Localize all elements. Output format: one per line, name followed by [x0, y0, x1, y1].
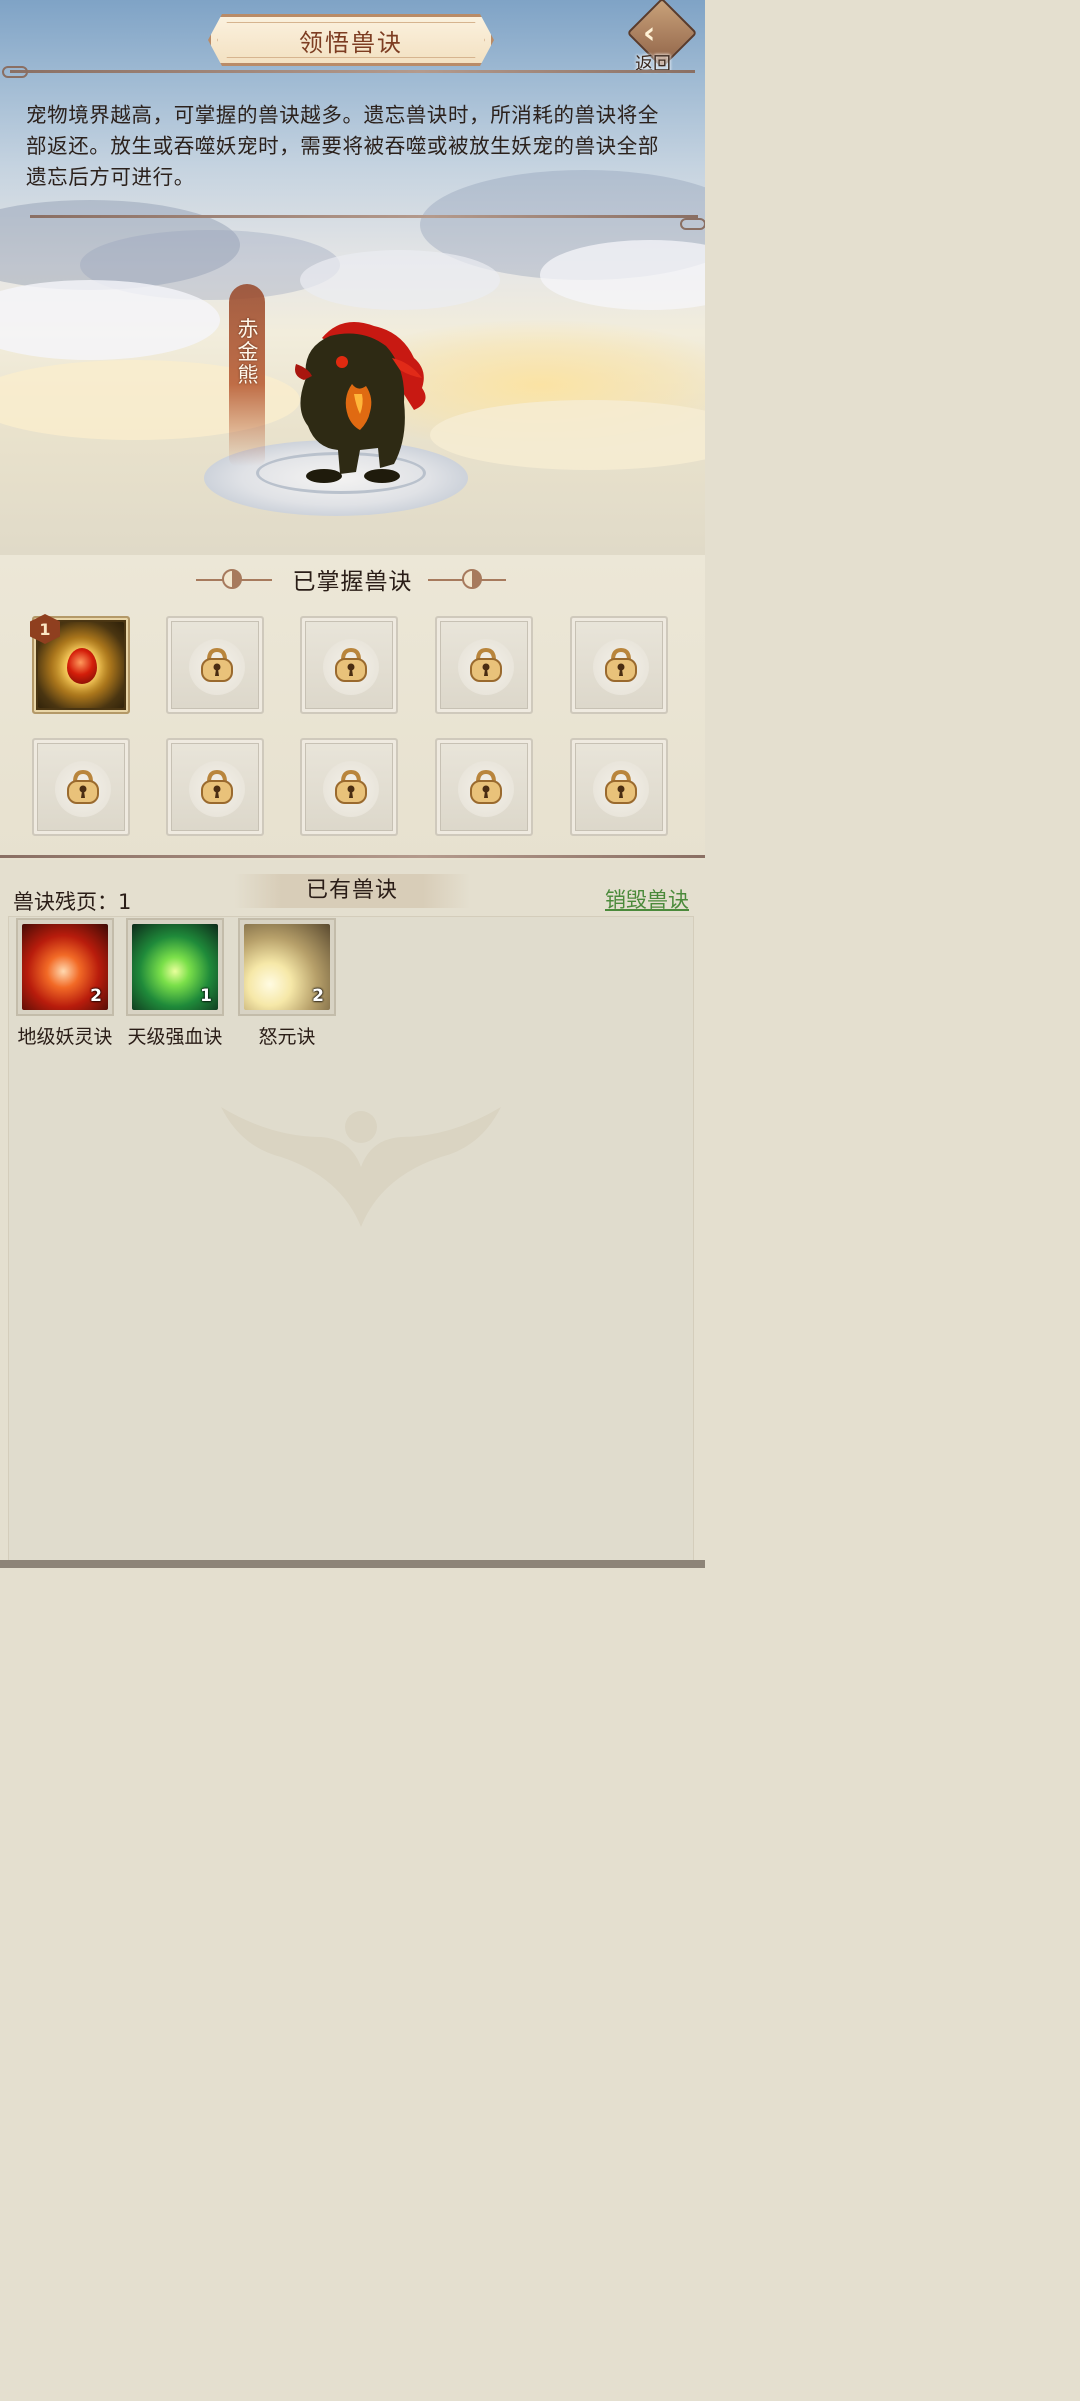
owned-skills-panel: 已有兽诀 兽诀残页：1 销毁兽诀 2 地级妖灵诀 1 天级强血诀 2 怒元诀	[0, 860, 705, 1568]
taiji-icon	[222, 569, 242, 589]
mastered-slot-locked[interactable]	[435, 738, 533, 836]
cloud	[300, 250, 500, 310]
mastered-slot-locked[interactable]	[32, 738, 130, 836]
lock-icon	[201, 647, 233, 682]
mastered-slot-locked[interactable]	[570, 616, 668, 714]
item-count: 2	[312, 986, 324, 1006]
skill-orb	[67, 648, 97, 684]
lock-icon	[201, 769, 233, 804]
title-plate: 领悟兽诀	[208, 14, 494, 66]
mastered-slot-1[interactable]: 1	[30, 614, 130, 714]
mastered-skills-title: 已掌握兽诀	[292, 569, 413, 595]
mastered-skills-header: 已掌握兽诀	[0, 563, 705, 595]
divider-top	[10, 70, 695, 73]
phoenix-watermark-icon	[221, 1107, 501, 1227]
cloud	[430, 400, 705, 470]
description-text: 宠物境界越高，可掌握的兽诀越多。遗忘兽诀时，所消耗的兽诀将全部返还。放生或吞噬妖…	[26, 103, 659, 189]
destroy-skills-link[interactable]: 销毁兽诀	[605, 884, 689, 914]
lock-icon	[335, 769, 367, 804]
mastered-slot-locked[interactable]	[166, 738, 264, 836]
page-title: 领悟兽诀	[299, 28, 403, 57]
lock-icon	[605, 769, 637, 804]
item-count: 2	[90, 986, 102, 1006]
skill-icon-frame: 1	[126, 918, 224, 1016]
divider-description	[30, 215, 698, 218]
skill-level-text: 1	[39, 619, 51, 639]
lock-icon	[605, 647, 637, 682]
mastered-slot-locked[interactable]	[166, 616, 264, 714]
item-name: 天级强血诀	[127, 1026, 223, 1048]
fragments-label: 兽诀残页：	[13, 890, 118, 914]
divider-cap	[2, 66, 28, 78]
divider-cap	[680, 218, 705, 230]
lock-icon	[470, 769, 502, 804]
fragments-count: 1	[118, 890, 132, 914]
divider-mid	[0, 855, 705, 858]
item-name: 地级妖灵诀	[17, 1026, 113, 1048]
lock-icon	[335, 647, 367, 682]
pet-scene: 领悟兽诀 ‹ 返回 宠物境界越高，可掌握的兽诀越多。遗忘兽诀时，所消耗的兽诀将全…	[0, 0, 705, 555]
fire-spirit-icon: 2	[22, 924, 108, 1010]
fragments-counter: 兽诀残页：1	[13, 886, 131, 916]
back-arrow-icon: ‹	[643, 16, 656, 51]
taiji-icon	[462, 569, 482, 589]
green-drop-icon: 1	[132, 924, 218, 1010]
lock-icon	[470, 647, 502, 682]
skill-icon-frame: 2	[16, 918, 114, 1016]
owned-skills-title: 已有兽诀	[305, 878, 398, 903]
lock-icon	[67, 769, 99, 804]
skill-icon-frame: 2	[238, 918, 336, 1016]
mastered-slot-locked[interactable]	[300, 738, 398, 836]
screen: 领悟兽诀 ‹ 返回 宠物境界越高，可掌握的兽诀越多。遗忘兽诀时，所消耗的兽诀将全…	[0, 0, 705, 1568]
pet-name: 赤金熊	[237, 317, 259, 387]
mastered-slot-locked[interactable]	[435, 616, 533, 714]
mastered-slot-locked[interactable]	[570, 738, 668, 836]
back-button[interactable]: ‹ 返回	[626, 0, 698, 78]
mastered-slot-locked[interactable]	[300, 616, 398, 714]
mastered-skills-panel: 已掌握兽诀 1	[0, 555, 705, 860]
item-name: 怒元诀	[258, 1026, 316, 1048]
light-burst-icon: 2	[244, 924, 330, 1010]
item-count: 1	[200, 986, 212, 1006]
pet-bear-figure[interactable]	[282, 318, 432, 488]
bottom-border	[0, 1560, 705, 1568]
